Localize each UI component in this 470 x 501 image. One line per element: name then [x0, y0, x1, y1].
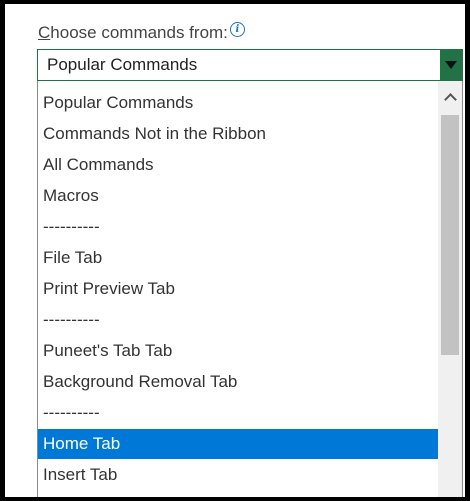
dropdown-option[interactable]: ----------	[38, 212, 438, 242]
dropdown-arrow-icon	[445, 61, 457, 69]
info-icon[interactable]: i	[229, 21, 245, 37]
dropdown-option[interactable]: Home Tab	[38, 429, 438, 459]
dropdown-option[interactable]: Background Removal Tab	[38, 367, 438, 397]
dropdown-option[interactable]: Insert Tab	[38, 460, 438, 490]
choose-commands-dropdown[interactable]: Popular Commands	[37, 49, 463, 81]
dropdown-options-list: Popular Commands Commands Not in the Ribb…	[37, 81, 463, 497]
label-access-key: C	[38, 23, 51, 42]
dropdown-option[interactable]: Print Preview Tab	[38, 274, 438, 304]
dropdown-option[interactable]: Puneet's Tab Tab	[38, 336, 438, 366]
dropdown-option[interactable]: Macros	[38, 181, 438, 211]
dropdown-option[interactable]: ----------	[38, 305, 438, 335]
dropdown-option[interactable]: All Commands	[38, 150, 438, 180]
dropdown-button[interactable]	[440, 50, 462, 80]
dropdown-selected-value: Popular Commands	[47, 55, 198, 74]
list-scrollbar[interactable]	[438, 81, 462, 497]
dropdown-option[interactable]: Popular Commands	[38, 88, 438, 118]
chevron-up-icon	[443, 92, 457, 106]
choose-commands-panel: Choose commands from: i Popular Commands…	[5, 4, 465, 497]
scroll-thumb[interactable]	[441, 115, 459, 355]
dropdown-option[interactable]: ----------	[38, 398, 438, 428]
dropdown-option[interactable]: File Tab	[38, 243, 438, 273]
scroll-up-button[interactable]	[438, 81, 462, 113]
choose-commands-label: Choose commands from: i	[38, 21, 245, 45]
label-text: hoose commands from:	[50, 23, 228, 42]
dropdown-option[interactable]: Commands Not in the Ribbon	[38, 119, 438, 149]
